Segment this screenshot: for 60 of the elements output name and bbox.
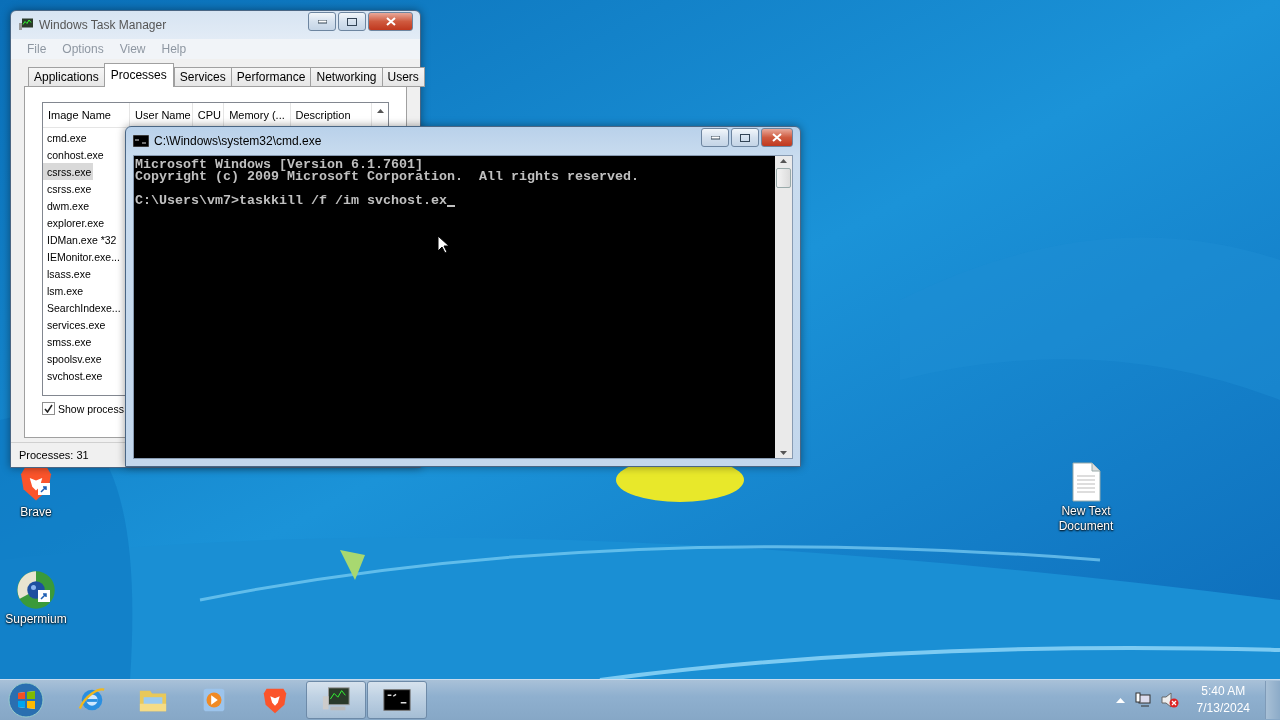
process-name[interactable]: lsass.exe: [43, 265, 93, 282]
terminal-icon: [133, 135, 149, 147]
process-name[interactable]: services.exe: [43, 316, 108, 333]
maximize-icon: [347, 17, 357, 26]
leaf-drawing: [340, 550, 366, 580]
muted-speaker-icon[interactable]: [1160, 692, 1179, 708]
tab[interactable]: Users: [381, 67, 425, 87]
desktop-icon-label[interactable]: Supermium: [5, 612, 67, 627]
tab[interactable]: Services: [173, 67, 232, 87]
process-name[interactable]: lsm.exe: [43, 282, 86, 299]
tab[interactable]: Processes: [103, 63, 174, 87]
console-line: C:\Users\vm7>taskkill /f /im svchost.ex: [135, 195, 447, 207]
window-title: Windows Task Manager: [39, 18, 167, 32]
process-name[interactable]: smss.exe: [43, 333, 94, 350]
process-name[interactable]: csrss.exe: [43, 163, 94, 180]
tab[interactable]: Performance: [230, 67, 312, 87]
process-name[interactable]: SearchIndexe...: [43, 299, 123, 316]
maximize-button[interactable]: [731, 128, 759, 147]
taskbar-button[interactable]: [306, 681, 366, 719]
close-button[interactable]: [368, 12, 413, 31]
scrollbar[interactable]: [775, 156, 792, 458]
scroll-down-icon[interactable]: [780, 448, 787, 458]
close-icon: [772, 133, 782, 142]
minimize-icon: [710, 135, 720, 140]
mouse-pointer-icon: [437, 235, 449, 253]
checkbox-label: Show process: [58, 402, 124, 415]
monitor-graph-icon: [18, 17, 34, 33]
process-name[interactable]: csrss.exe: [43, 180, 94, 197]
column-header[interactable]: Image Name: [43, 103, 131, 127]
process-name[interactable]: conhost.exe: [43, 146, 106, 163]
process-name[interactable]: cmd.exe: [43, 129, 89, 146]
maximize-icon: [740, 133, 750, 142]
process-name[interactable]: explorer.exe: [43, 214, 107, 231]
minimize-icon: [317, 19, 327, 24]
shortcut-arrow-icon: [38, 590, 50, 602]
scroll-up-icon[interactable]: [376, 109, 384, 113]
console-line: Copyright (c) 2009 Microsoft Corporation. All rights reserved.: [135, 171, 640, 183]
checkbox[interactable]: [42, 402, 55, 415]
taskbar-button[interactable]: [367, 681, 427, 719]
status-text: Processes: 31: [19, 449, 89, 461]
close-icon: [385, 17, 396, 26]
text-cursor: [446, 205, 455, 207]
tab[interactable]: Networking: [310, 67, 383, 87]
scroll-thumb[interactable]: [776, 168, 791, 188]
desktop-icon-label[interactable]: New Text Document: [1046, 504, 1126, 534]
process-name[interactable]: IDMan.exe *32: [43, 231, 119, 248]
tab[interactable]: Applications: [28, 67, 105, 87]
console-output[interactable]: Microsoft Windows [Version 6.1.7601] Copyright (c) 2009 Microsoft Corporation. All rights reserved. C:\Users\vm7>taskkill /f /im svchost.ex: [134, 156, 775, 458]
scroll-up-icon[interactable]: [780, 156, 787, 166]
close-button[interactable]: [761, 128, 793, 147]
process-name[interactable]: dwm.exe: [43, 197, 91, 214]
maximize-button[interactable]: [338, 12, 366, 31]
shortcut-arrow-icon: [38, 483, 50, 495]
console-line: Microsoft Windows [Version 6.1.7601]: [135, 159, 423, 171]
desktop-icon-label[interactable]: Brave: [20, 505, 52, 520]
network-icon[interactable]: [1134, 692, 1151, 708]
process-name[interactable]: IEMonitor.exe...: [43, 248, 122, 265]
window-title: C:\Windows\system32\cmd.exe: [154, 134, 322, 148]
process-name[interactable]: spoolsv.exe: [43, 350, 104, 367]
process-name[interactable]: svchost.exe: [43, 367, 105, 384]
